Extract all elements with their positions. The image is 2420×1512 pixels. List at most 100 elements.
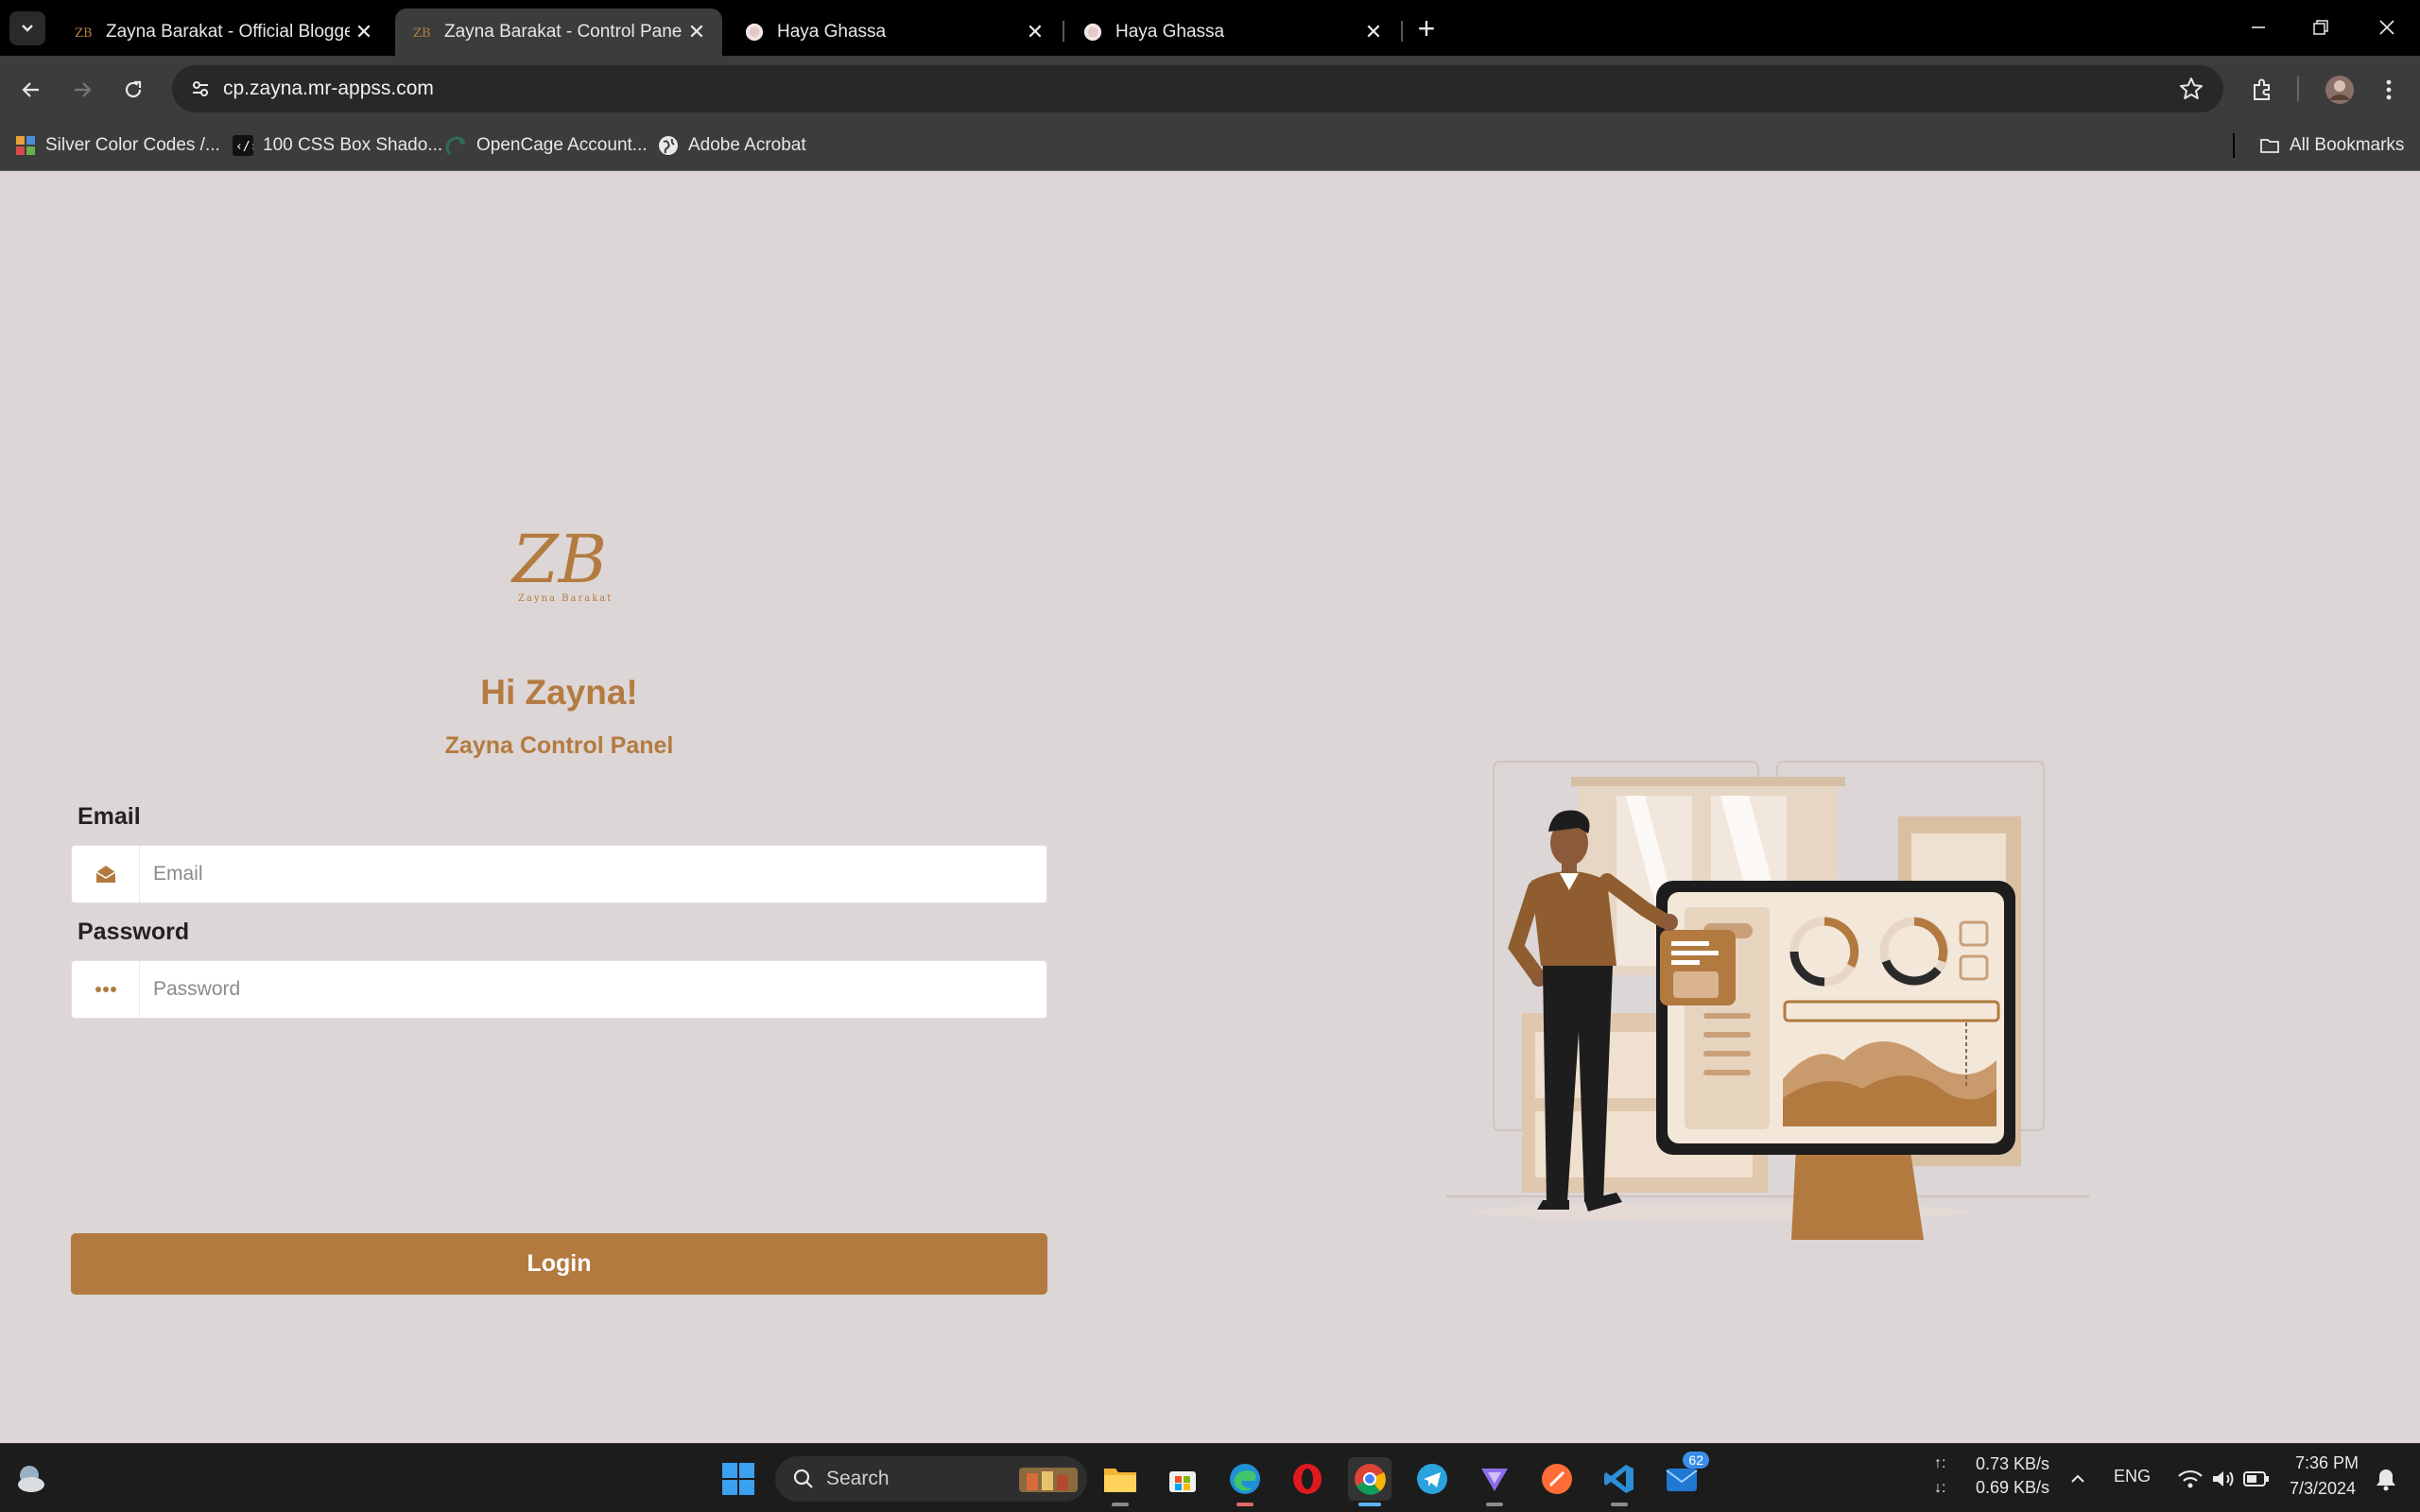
close-icon[interactable]: ✕ xyxy=(1359,18,1388,46)
tab-haya-ghassa-2[interactable]: Haya Ghassa ✕ xyxy=(1066,9,1399,56)
restore-button[interactable] xyxy=(2295,8,2346,47)
haya-avatar-icon xyxy=(1083,23,1102,42)
chevron-down-icon xyxy=(22,25,33,32)
bookmark-adobe-acrobat[interactable]: Adobe Acrobat xyxy=(658,129,806,162)
star-bookmark-icon[interactable] xyxy=(2178,76,2204,102)
haya-avatar-icon xyxy=(745,23,764,42)
clock-date[interactable]: 7/3/2024 xyxy=(2290,1479,2356,1499)
close-icon[interactable]: ✕ xyxy=(1021,18,1049,46)
close-icon[interactable]: ✕ xyxy=(683,18,711,46)
edge-app[interactable] xyxy=(1223,1457,1267,1506)
upload-arrow: ↑: xyxy=(1934,1455,1946,1471)
code-brackets-icon: ‹/› xyxy=(233,135,253,156)
new-tab-button[interactable]: + xyxy=(1409,11,1444,45)
download-arrow: ↓: xyxy=(1934,1480,1946,1496)
vscode-icon xyxy=(1604,1465,1634,1493)
running-indicator xyxy=(1611,1503,1628,1506)
bookmark-silver-color-codes[interactable]: Silver Color Codes /... xyxy=(15,129,220,162)
bell-icon xyxy=(2377,1469,2395,1491)
tab-search-button[interactable] xyxy=(9,11,45,45)
minimize-icon xyxy=(2252,26,2265,28)
svg-text:ZB: ZB xyxy=(413,26,431,41)
svg-text:ZB: ZB xyxy=(510,524,607,598)
postman-app[interactable] xyxy=(1535,1457,1579,1501)
bookmark-label: OpenCage Account... xyxy=(476,135,648,155)
toolbar-divider xyxy=(2297,77,2299,101)
email-input[interactable] xyxy=(140,846,1046,902)
file-explorer-app[interactable] xyxy=(1098,1457,1142,1506)
tab-title: Haya Ghassa xyxy=(777,22,887,42)
microsoft-store-app[interactable] xyxy=(1161,1457,1204,1501)
close-window-button[interactable] xyxy=(2361,8,2412,47)
show-hidden-icons-button[interactable] xyxy=(2059,1457,2097,1501)
email-input-group xyxy=(71,845,1047,903)
tab-title: Zayna Barakat - Official Blogger xyxy=(106,22,350,42)
tab-haya-ghassa[interactable]: Haya Ghassa ✕ xyxy=(728,9,1061,56)
upload-speed: 0.73 KB/s xyxy=(1976,1454,2050,1473)
bookmark-opencage[interactable]: OpenCage Account... xyxy=(446,129,648,162)
chevron-up-icon xyxy=(2071,1474,2084,1483)
close-icon xyxy=(2379,20,2394,35)
address-bar[interactable]: cp.zayna.mr-appss.com xyxy=(172,65,2223,112)
avatar xyxy=(2325,76,2354,104)
minimize-button[interactable] xyxy=(2233,8,2284,47)
search-placeholder: Search xyxy=(826,1468,890,1489)
chrome-app[interactable] xyxy=(1348,1457,1392,1506)
opera-app[interactable] xyxy=(1286,1457,1329,1501)
language-indicator[interactable]: ENG xyxy=(2114,1467,2151,1486)
mail-badge: 62 xyxy=(1683,1452,1709,1469)
back-button[interactable] xyxy=(11,70,51,110)
quick-settings[interactable] xyxy=(2167,1457,2280,1501)
volume-icon xyxy=(2213,1471,2234,1486)
arrow-right-icon xyxy=(75,82,92,97)
clock-time[interactable]: 7:36 PM xyxy=(2295,1453,2359,1473)
dashboard-illustration xyxy=(1446,761,2089,1240)
tab-title: Haya Ghassa xyxy=(1115,22,1225,42)
forward-button[interactable] xyxy=(62,70,102,110)
vscode-app[interactable] xyxy=(1598,1457,1641,1506)
cloud-moon-icon xyxy=(18,1466,44,1492)
telegram-app[interactable] xyxy=(1410,1457,1454,1501)
notifications-button[interactable] xyxy=(2367,1457,2405,1501)
bookmark-label: Adobe Acrobat xyxy=(688,135,806,155)
site-settings-icon[interactable] xyxy=(183,72,217,106)
email-label: Email xyxy=(78,803,141,830)
download-speed: 0.69 KB/s xyxy=(1976,1478,2050,1497)
taskbar-search[interactable]: Search xyxy=(775,1456,1087,1502)
windows-logo-icon xyxy=(722,1463,754,1495)
folder-icon xyxy=(2259,135,2280,156)
tab-zayna-blogger[interactable]: ZB Zayna Barakat - Official Blogger ✕ xyxy=(57,9,389,56)
password-label: Password xyxy=(78,919,190,945)
greeting-title: Hi Zayna! xyxy=(480,673,638,712)
svg-text:Zayna Barakat: Zayna Barakat xyxy=(518,593,611,604)
running-indicator xyxy=(1112,1503,1129,1506)
panel-subtitle: Zayna Control Panel xyxy=(444,732,674,759)
mail-icon xyxy=(1666,1469,1698,1491)
bookmark-css-box-shadows[interactable]: ‹/› 100 CSS Box Shado... xyxy=(233,129,442,162)
weather-widget[interactable] xyxy=(9,1457,53,1501)
login-page: ZB Zayna Barakat Hi Zayna! Zayna Control… xyxy=(0,172,2420,1443)
bookmarks-divider xyxy=(2233,133,2235,158)
wifi-icon xyxy=(2178,1469,2203,1488)
search-icon xyxy=(793,1469,813,1488)
reload-button[interactable] xyxy=(113,70,153,110)
running-indicator xyxy=(1236,1503,1253,1506)
chrome-icon xyxy=(1355,1464,1386,1495)
vpn-app[interactable] xyxy=(1473,1457,1516,1506)
browser-menu-button[interactable] xyxy=(2369,70,2409,110)
tab-separator xyxy=(1401,21,1403,42)
start-button[interactable] xyxy=(717,1457,760,1501)
all-bookmarks-button[interactable]: All Bookmarks xyxy=(2259,129,2404,162)
tab-strip: ZB Zayna Barakat - Official Blogger ✕ ZB… xyxy=(0,0,2420,56)
password-input[interactable] xyxy=(140,961,1046,1018)
close-icon[interactable]: ✕ xyxy=(350,18,378,46)
mail-app[interactable]: 62 xyxy=(1660,1452,1709,1501)
bookmarks-bar: Silver Color Codes /... ‹/› 100 CSS Box … xyxy=(0,122,2420,171)
arrow-left-icon xyxy=(22,82,39,97)
svg-text:‹/›: ‹/› xyxy=(235,140,253,154)
login-button[interactable]: Login xyxy=(71,1233,1047,1295)
extensions-button[interactable] xyxy=(2242,70,2282,110)
search-highlight-icon xyxy=(1019,1468,1078,1492)
profile-button[interactable] xyxy=(2320,70,2360,110)
tab-control-panel[interactable]: ZB Zayna Barakat - Control Panel ✕ xyxy=(395,9,722,56)
